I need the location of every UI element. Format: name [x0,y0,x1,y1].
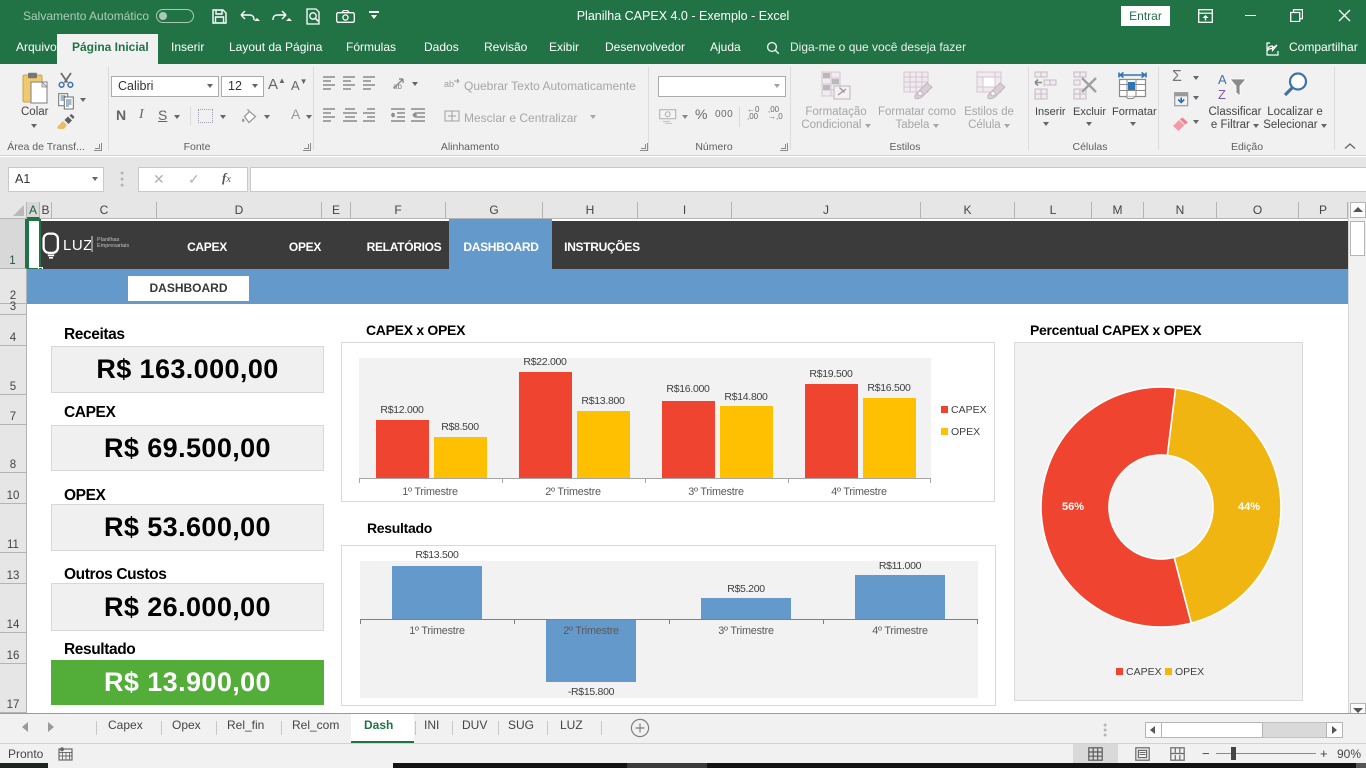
svg-text:Z: Z [1218,87,1226,102]
svg-text:ab: ab [444,79,454,89]
svg-text:A: A [1218,72,1227,87]
svg-text:ab: ab [393,82,402,90]
